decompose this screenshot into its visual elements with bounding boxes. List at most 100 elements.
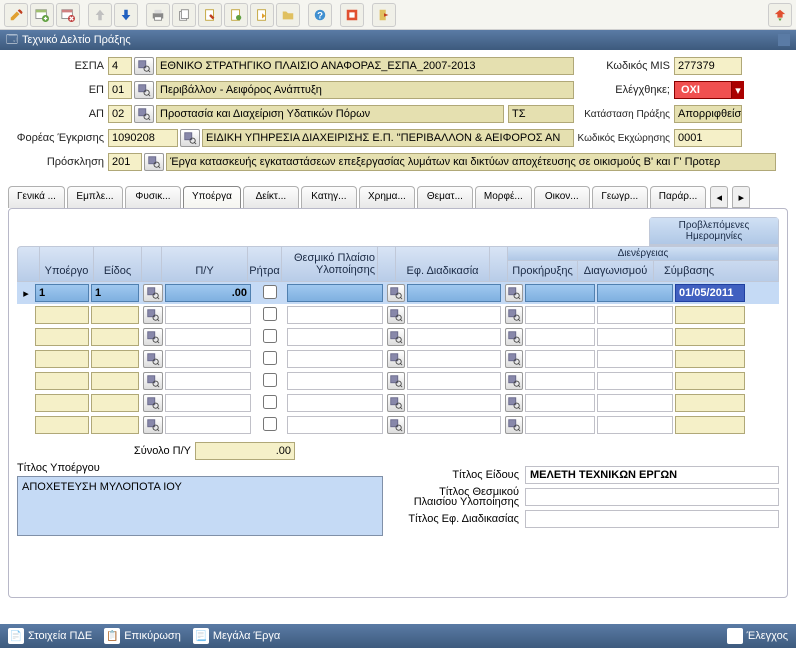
grid-row[interactable] [17,414,779,436]
cell-eidos[interactable] [91,306,139,324]
cell-diag[interactable] [597,328,673,346]
ekx-input[interactable] [674,129,742,147]
prosklisi-lookup-button[interactable] [144,153,164,171]
tab-genika[interactable]: Γενικά ... [8,186,65,208]
cell-ef[interactable] [407,328,501,346]
cell-eidos-lookup[interactable] [143,328,163,346]
cell-ef[interactable] [407,416,501,434]
cell-thesmiko[interactable] [287,284,383,302]
cell-thesmiko[interactable] [287,394,383,412]
sb-elegxos-button[interactable]: ✔Έλεγχος [727,628,788,644]
tb-exit-button[interactable] [372,3,396,27]
tb-doc-a-button[interactable] [198,3,222,27]
cell-prok[interactable] [525,328,595,346]
cell-ef-lookup[interactable] [505,306,523,324]
foreas-code-input[interactable] [108,129,178,147]
cell-eidos-lookup[interactable] [143,306,163,324]
tab-deikt[interactable]: Δείκτ... [243,186,299,208]
tb-edit-button[interactable] [4,3,28,27]
cell-ritra-checkbox[interactable] [263,285,277,299]
cell-prok[interactable] [525,284,595,302]
cell-py[interactable] [165,416,251,434]
cell-ritra-checkbox[interactable] [263,329,277,343]
cell-py[interactable] [165,328,251,346]
cell-thes-lookup[interactable] [387,372,405,390]
cell-ypoergo[interactable] [35,306,89,324]
cell-ef-lookup[interactable] [505,394,523,412]
tab-parar[interactable]: Παράρ... [650,186,707,208]
cell-ef-lookup[interactable] [505,328,523,346]
ep-lookup-button[interactable] [134,81,154,99]
cell-prok[interactable] [525,306,595,324]
tb-add-button[interactable] [30,3,54,27]
cell-ef[interactable] [407,284,501,302]
resize-corner-icon[interactable] [778,34,790,46]
cell-py[interactable] [165,306,251,324]
tab-scroll-right[interactable]: ▸ [732,186,750,208]
cell-sym[interactable] [675,394,745,412]
cell-diag[interactable] [597,350,673,368]
cell-prok[interactable] [525,350,595,368]
cell-thesmiko[interactable] [287,416,383,434]
tab-themat[interactable]: Θεματ... [417,186,473,208]
cell-eidos-lookup[interactable] [143,350,163,368]
cell-eidos-lookup[interactable] [143,394,163,412]
tab-xrima[interactable]: Χρημα... [359,186,415,208]
cell-thes-lookup[interactable] [387,394,405,412]
cell-diag[interactable] [597,306,673,324]
tb-del-button[interactable] [56,3,80,27]
cell-ef-lookup[interactable] [505,372,523,390]
tb-print-button[interactable] [146,3,170,27]
titlos-eidous-input[interactable] [525,466,779,484]
ap-lookup-button[interactable] [134,105,154,123]
cell-py[interactable] [165,350,251,368]
cell-ritra-checkbox[interactable] [263,351,277,365]
cell-ritra-checkbox[interactable] [263,395,277,409]
tab-oikon[interactable]: Οικον... [534,186,590,208]
ep-code-input[interactable] [108,81,132,99]
cell-ef-lookup[interactable] [505,284,523,302]
cell-thes-lookup[interactable] [387,328,405,346]
tb-files-button[interactable] [172,3,196,27]
cell-sym[interactable] [675,284,745,302]
cell-eidos-lookup[interactable] [143,372,163,390]
tab-morfe[interactable]: Μορφέ... [475,186,532,208]
cell-prok[interactable] [525,416,595,434]
grid-row[interactable] [17,326,779,348]
cell-ypoergo[interactable] [35,350,89,368]
grid-row[interactable] [17,304,779,326]
sb-stoixeia-button[interactable]: 📄Στοιχεία ΠΔΕ [8,628,92,644]
cell-sym[interactable] [675,328,745,346]
foreas-lookup-button[interactable] [180,129,200,147]
tab-fysik[interactable]: Φυσικ... [125,186,181,208]
cell-ef[interactable] [407,394,501,412]
cell-diag[interactable] [597,284,673,302]
tab-scroll-left[interactable]: ◂ [710,186,728,208]
elegxthike-dropdown[interactable]: ▾ [732,81,744,99]
cell-py[interactable] [165,394,251,412]
espa-code-input[interactable] [108,57,132,75]
tab-katig[interactable]: Κατηγ... [301,186,357,208]
cell-py[interactable] [165,284,251,302]
titlos-ef-input[interactable] [525,510,779,528]
cell-ef[interactable] [407,372,501,390]
cell-sym[interactable] [675,306,745,324]
cell-eidos[interactable] [91,284,139,302]
cell-eidos[interactable] [91,328,139,346]
tb-doc-b-button[interactable] [224,3,248,27]
grid-row[interactable] [17,392,779,414]
prosklisi-code-input[interactable] [108,153,142,171]
cell-eidos[interactable] [91,416,139,434]
cell-ef-lookup[interactable] [505,416,523,434]
cell-ypoergo[interactable] [35,394,89,412]
espa-lookup-button[interactable] [134,57,154,75]
cell-thesmiko[interactable] [287,328,383,346]
cell-diag[interactable] [597,416,673,434]
cell-eidos-lookup[interactable] [143,416,163,434]
cell-thes-lookup[interactable] [387,306,405,324]
cell-eidos-lookup[interactable] [143,284,163,302]
cell-sym[interactable] [675,372,745,390]
cell-diag[interactable] [597,372,673,390]
cell-diag[interactable] [597,394,673,412]
tb-home-button[interactable] [768,3,792,27]
